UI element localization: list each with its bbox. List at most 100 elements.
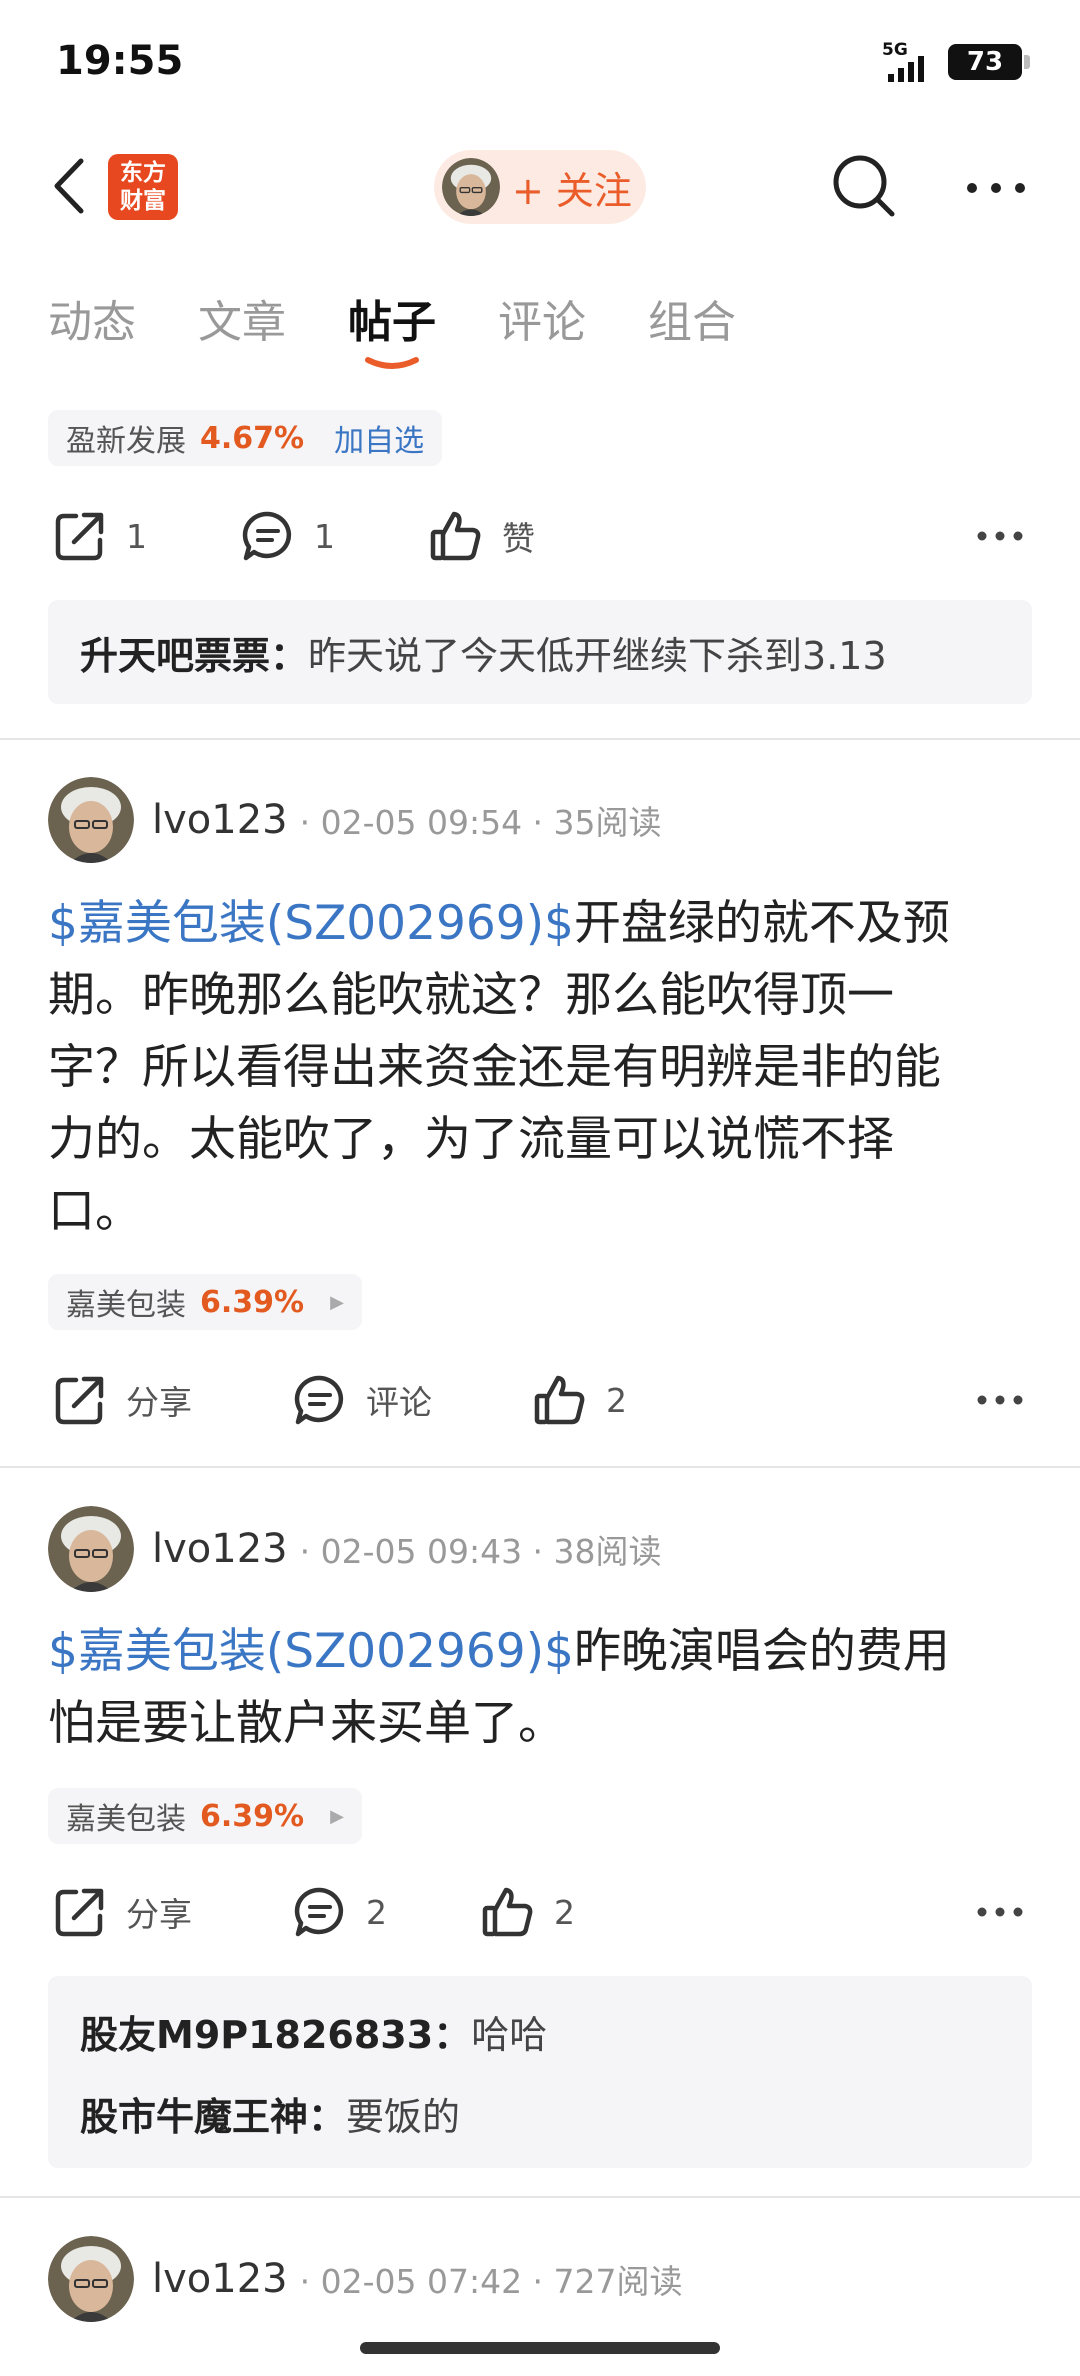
post-content[interactable]: $嘉美包装(SZ002969)$开盘绿的就不及预 期。昨晚那么能吹就这？那么能吹… xyxy=(48,888,1038,1248)
share-button[interactable]: 分享 xyxy=(52,1360,192,1440)
avatar-icon xyxy=(48,1506,134,1592)
like-button[interactable]: 2 xyxy=(480,1872,575,1952)
reply-user: 股市牛魔王神： xyxy=(80,2094,347,2139)
like-button[interactable]: 2 xyxy=(532,1360,627,1440)
home-indicator[interactable] xyxy=(360,2342,720,2354)
logo-text-2: 财富 xyxy=(120,188,166,214)
stock-link[interactable]: $嘉美包装(SZ002969)$ xyxy=(48,896,574,951)
avatar[interactable] xyxy=(48,777,134,863)
author-name[interactable]: lvo123 xyxy=(152,1526,288,1572)
search-button[interactable] xyxy=(826,148,902,224)
stock-tag[interactable]: 嘉美包装 6.39% ▶ xyxy=(48,1788,362,1844)
comment-icon xyxy=(294,1375,344,1425)
post-more-button[interactable] xyxy=(970,1360,1030,1440)
comment-count: 1 xyxy=(314,516,335,556)
stock-change: 6.39% xyxy=(200,1798,305,1834)
post-actions: 1 1 赞 xyxy=(0,496,1080,576)
post-text-line: 期。昨晚那么能吹就这？那么能吹得顶一 xyxy=(48,968,894,1023)
reply-item: 升天吧票票： 昨天说了今天低开继续下杀到3.13 xyxy=(80,611,887,693)
post-more-button[interactable] xyxy=(970,1872,1030,1952)
divider xyxy=(0,738,1080,740)
battery-icon: 73 xyxy=(948,44,1030,80)
tab-bar: 动态 文章 帖子 评论 组合 xyxy=(0,276,1080,376)
author-name[interactable]: lvo123 xyxy=(152,2256,288,2302)
play-arrow-icon: ▶ xyxy=(330,1291,344,1313)
reply-preview[interactable]: 升天吧票票： 昨天说了今天低开继续下杀到3.13 xyxy=(48,600,1032,704)
like-button[interactable]: 赞 xyxy=(428,496,535,576)
post-content[interactable]: $嘉美包装(SZ002969)$昨晚演唱会的费用 怕是要让散户来买单了。 xyxy=(48,1616,1038,1760)
add-watchlist-link[interactable]: 加自选 xyxy=(334,416,424,460)
reply-text: 要饭的 xyxy=(346,2094,461,2139)
stock-change: 6.39% xyxy=(200,1284,305,1320)
avatar-icon xyxy=(48,2236,134,2322)
stock-tag[interactable]: 盈新发展 4.67% 加自选 xyxy=(48,410,443,466)
author-name[interactable]: lvo123 xyxy=(152,797,288,843)
more-icon xyxy=(977,1907,1023,1917)
stock-name: 嘉美包装 xyxy=(66,1288,186,1323)
comment-count: 2 xyxy=(366,1892,387,1932)
tab-portfolio[interactable]: 组合 xyxy=(648,286,736,350)
more-button[interactable] xyxy=(956,158,1036,218)
avatar[interactable] xyxy=(48,1506,134,1592)
thumbs-up-icon xyxy=(534,1375,585,1425)
reply-text: 昨天说了今天低开继续下杀到3.13 xyxy=(308,633,887,678)
avatar[interactable] xyxy=(48,2236,134,2322)
post-meta: · 02-05 07:42 · 727阅读 xyxy=(299,2262,683,2301)
author-row: lvo123 · 02-05 09:54 · 35阅读 xyxy=(48,775,1048,865)
share-icon xyxy=(55,512,104,561)
logo-text-1: 东方 xyxy=(120,160,166,186)
post-meta: · 02-05 09:54 · 35阅读 xyxy=(299,803,662,842)
comment-button[interactable]: 2 xyxy=(292,1872,387,1952)
page: 19:55 5G 73 东方 财富 + 关注 动态 文章 帖子 评论 组合 盈新… xyxy=(0,0,1080,2376)
post-text-line: 字？所以看得出来资金还是有明辨是非的能 xyxy=(48,1040,941,1095)
post-text-line: 怕是要让散户来买单了。 xyxy=(48,1696,565,1751)
tab-dynamic[interactable]: 动态 xyxy=(48,286,136,350)
stock-link[interactable]: $嘉美包装(SZ002969)$ xyxy=(48,1624,574,1679)
stock-name: 嘉美包装 xyxy=(66,1802,186,1837)
active-tab-indicator xyxy=(365,357,419,369)
share-label: 分享 xyxy=(126,1383,192,1422)
app-logo: 东方 财富 xyxy=(108,154,178,220)
share-icon xyxy=(55,1888,104,1937)
comment-button[interactable]: 评论 xyxy=(292,1360,432,1440)
back-button[interactable] xyxy=(38,148,98,224)
like-count: 2 xyxy=(606,1380,627,1420)
post-text-line: 力的。太能吹了，为了流量可以说慌不择 xyxy=(48,1112,894,1167)
tab-comments[interactable]: 评论 xyxy=(498,286,586,350)
reply-user: 升天吧票票： xyxy=(80,633,309,678)
avatar xyxy=(442,158,500,216)
chevron-left-icon xyxy=(54,158,84,214)
reply-item: 股市牛魔王神： 要饭的 xyxy=(80,2072,1000,2154)
share-count: 1 xyxy=(126,516,147,556)
battery-level: 73 xyxy=(966,47,1004,77)
share-button[interactable]: 分享 xyxy=(52,1872,192,1952)
divider xyxy=(0,2196,1080,2198)
reply-preview[interactable]: 股友M9P1826833： 哈哈 股市牛魔王神： 要饭的 xyxy=(48,1976,1032,2168)
thumbs-up-icon xyxy=(482,1887,533,1937)
divider xyxy=(0,1466,1080,1468)
follow-label: + 关注 xyxy=(512,168,632,213)
comment-label: 评论 xyxy=(366,1383,432,1422)
nav-bar: 东方 财富 + 关注 xyxy=(0,126,1080,246)
share-button[interactable]: 1 xyxy=(52,496,147,576)
signal-icon: 5G xyxy=(868,40,930,82)
comment-icon xyxy=(242,511,292,561)
more-icon xyxy=(977,531,1023,541)
post-actions: 分享 评论 2 xyxy=(0,1360,1080,1440)
tab-articles[interactable]: 文章 xyxy=(198,286,286,350)
tab-posts[interactable]: 帖子 xyxy=(348,286,436,350)
like-label: 赞 xyxy=(502,519,535,558)
comment-button[interactable]: 1 xyxy=(240,496,335,576)
post-text-line: 昨晚演唱会的费用 xyxy=(573,1624,950,1679)
stock-tag[interactable]: 嘉美包装 6.39% ▶ xyxy=(48,1274,362,1330)
status-icons: 5G 73 xyxy=(868,40,1030,82)
author-row: lvo123 · 02-05 07:42 · 727阅读 xyxy=(48,2234,1048,2324)
post-text-line: 开盘绿的就不及预 xyxy=(573,896,950,951)
post-more-button[interactable] xyxy=(970,496,1030,576)
post-actions: 分享 2 2 xyxy=(0,1872,1080,1952)
follow-button[interactable]: + 关注 xyxy=(434,150,646,224)
reply-user: 股友M9P1826833： xyxy=(80,2012,472,2057)
author-row: lvo123 · 02-05 09:43 · 38阅读 xyxy=(48,1504,1048,1594)
share-icon xyxy=(55,1376,104,1425)
status-bar: 19:55 5G 73 xyxy=(0,0,1080,126)
